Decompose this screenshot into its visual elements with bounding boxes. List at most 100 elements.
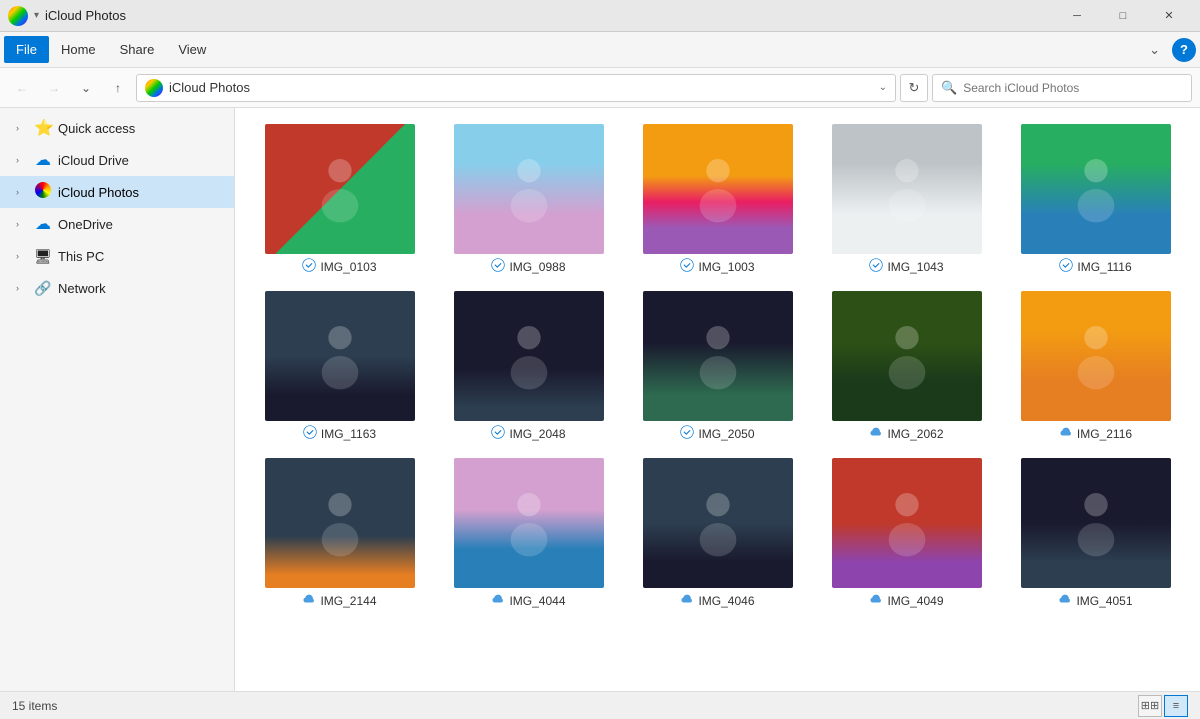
back-button[interactable]: ←	[8, 74, 36, 102]
photo-label-img-1163: IMG_1163	[303, 425, 376, 442]
photo-item-img-0988[interactable]: IMG_0988	[440, 124, 617, 275]
photo-item-img-2116[interactable]: IMG_2116	[1007, 291, 1184, 442]
network-icon: 🔗	[34, 280, 52, 297]
sidebar-item-this-pc[interactable]: › 🖥 This PC	[0, 240, 234, 272]
photo-item-img-1003[interactable]: IMG_1003	[629, 124, 806, 275]
expand-icon: ›	[16, 187, 28, 197]
expand-icon: ›	[16, 123, 28, 133]
window-title: iCloud Photos	[45, 8, 126, 23]
photo-item-img-4049[interactable]: IMG_4049	[818, 458, 995, 609]
this-pc-icon: 🖥	[34, 248, 52, 265]
sidebar-item-onedrive[interactable]: › ☁ OneDrive	[0, 208, 234, 240]
photo-label-img-4049: IMG_4049	[869, 592, 943, 609]
close-button[interactable]: ✕	[1146, 0, 1192, 32]
sidebar-item-quick-access[interactable]: › ⭐ Quick access	[0, 112, 234, 144]
photo-item-img-4044[interactable]: IMG_4044	[440, 458, 617, 609]
sync-icon-img-1116	[1059, 258, 1073, 275]
photo-name-img-1163: IMG_1163	[321, 427, 376, 441]
photo-thumb-img-2062	[832, 291, 982, 421]
photo-thumb-img-2144	[265, 458, 415, 588]
recent-locations-button[interactable]: ⌄	[72, 74, 100, 102]
menu-share[interactable]: Share	[108, 36, 167, 63]
expand-icon: ›	[16, 155, 28, 165]
minimize-button[interactable]: ─	[1054, 0, 1100, 32]
photo-name-img-2144: IMG_2144	[320, 594, 376, 608]
photo-thumb-img-0988	[454, 124, 604, 254]
sync-icon-img-2116	[1059, 425, 1073, 442]
photo-name-img-1043: IMG_1043	[887, 260, 943, 274]
menu-view[interactable]: View	[166, 36, 218, 63]
status-bar: 15 items ⊞⊞ ≡	[0, 691, 1200, 719]
up-button[interactable]: ↑	[104, 74, 132, 102]
location-icon	[145, 79, 163, 97]
sync-icon-img-2048	[491, 425, 505, 442]
photo-label-img-4044: IMG_4044	[491, 592, 565, 609]
photo-thumb-img-2116	[1021, 291, 1171, 421]
menu-chevron[interactable]: ⌄	[1141, 36, 1168, 64]
maximize-button[interactable]: □	[1100, 0, 1146, 32]
photo-label-img-0103: IMG_0103	[302, 258, 376, 275]
sidebar-label-icloud-drive: iCloud Drive	[58, 153, 129, 168]
photo-item-img-2050[interactable]: IMG_2050	[629, 291, 806, 442]
title-bar-arrow[interactable]: ▾	[34, 10, 39, 21]
photo-label-img-4051: IMG_4051	[1058, 592, 1132, 609]
photo-item-img-1163[interactable]: IMG_1163	[251, 291, 428, 442]
photo-item-img-2048[interactable]: IMG_2048	[440, 291, 617, 442]
sidebar-item-icloud-photos[interactable]: › iCloud Photos	[0, 176, 234, 208]
address-box[interactable]: iCloud Photos ⌄	[136, 74, 896, 102]
photo-name-img-0103: IMG_0103	[320, 260, 376, 274]
refresh-button[interactable]: ↻	[900, 74, 928, 102]
photo-thumb-img-2048	[454, 291, 604, 421]
content-area: IMG_0103 IMG_0988 IMG_1003 IMG_1043 IMG_…	[235, 108, 1200, 691]
sidebar-label-icloud-photos: iCloud Photos	[58, 185, 139, 200]
sync-icon-img-1163	[303, 425, 317, 442]
menu-home[interactable]: Home	[49, 36, 108, 63]
photo-item-img-4046[interactable]: IMG_4046	[629, 458, 806, 609]
expand-icon: ›	[16, 283, 28, 293]
sidebar-item-icloud-drive[interactable]: › ☁ iCloud Drive	[0, 144, 234, 176]
photo-label-img-4046: IMG_4046	[680, 592, 754, 609]
view-toggles: ⊞⊞ ≡	[1138, 695, 1188, 717]
photo-item-img-1116[interactable]: IMG_1116	[1007, 124, 1184, 275]
large-icons-view-button[interactable]: ⊞⊞	[1138, 695, 1162, 717]
sync-icon-img-2144	[302, 592, 316, 609]
sync-icon-img-0103	[302, 258, 316, 275]
photo-thumb-img-1043	[832, 124, 982, 254]
sync-icon-img-2062	[869, 425, 883, 442]
address-bar: ← → ⌄ ↑ iCloud Photos ⌄ ↻ 🔍	[0, 68, 1200, 108]
address-chevron-icon[interactable]: ⌄	[879, 82, 887, 93]
photo-name-img-0988: IMG_0988	[509, 260, 565, 274]
photo-thumb-img-4046	[643, 458, 793, 588]
photo-thumb-img-0103	[265, 124, 415, 254]
breadcrumb-text: iCloud Photos	[169, 80, 250, 95]
sync-icon-img-2050	[680, 425, 694, 442]
search-box[interactable]: 🔍	[932, 74, 1192, 102]
photo-name-img-1116: IMG_1116	[1077, 260, 1131, 274]
icloud-photos-icon	[34, 182, 52, 203]
photo-thumb-img-4051	[1021, 458, 1171, 588]
photo-grid: IMG_0103 IMG_0988 IMG_1003 IMG_1043 IMG_…	[251, 124, 1184, 609]
item-count: 15 items	[12, 699, 57, 713]
photo-item-img-4051[interactable]: IMG_4051	[1007, 458, 1184, 609]
icloud-drive-icon: ☁	[34, 150, 52, 170]
search-input[interactable]	[963, 81, 1183, 95]
photo-item-img-2144[interactable]: IMG_2144	[251, 458, 428, 609]
photo-item-img-0103[interactable]: IMG_0103	[251, 124, 428, 275]
photo-name-img-2050: IMG_2050	[698, 427, 754, 441]
sidebar-label-quick-access: Quick access	[58, 121, 135, 136]
sidebar-label-onedrive: OneDrive	[58, 217, 113, 232]
window-controls: ─ □ ✕	[1054, 0, 1192, 32]
photo-item-img-1043[interactable]: IMG_1043	[818, 124, 995, 275]
help-button[interactable]: ?	[1172, 38, 1196, 62]
menu-bar-right: ⌄ ?	[1141, 36, 1196, 64]
sync-icon-img-1043	[869, 258, 883, 275]
sidebar-item-network[interactable]: › 🔗 Network	[0, 272, 234, 304]
photo-item-img-2062[interactable]: IMG_2062	[818, 291, 995, 442]
expand-icon: ›	[16, 251, 28, 261]
forward-button[interactable]: →	[40, 74, 68, 102]
menu-file[interactable]: File	[4, 36, 49, 63]
main-layout: › ⭐ Quick access › ☁ iCloud Drive › iClo…	[0, 108, 1200, 691]
details-view-button[interactable]: ≡	[1164, 695, 1188, 717]
photo-label-img-0988: IMG_0988	[491, 258, 565, 275]
sidebar-label-network: Network	[58, 281, 106, 296]
